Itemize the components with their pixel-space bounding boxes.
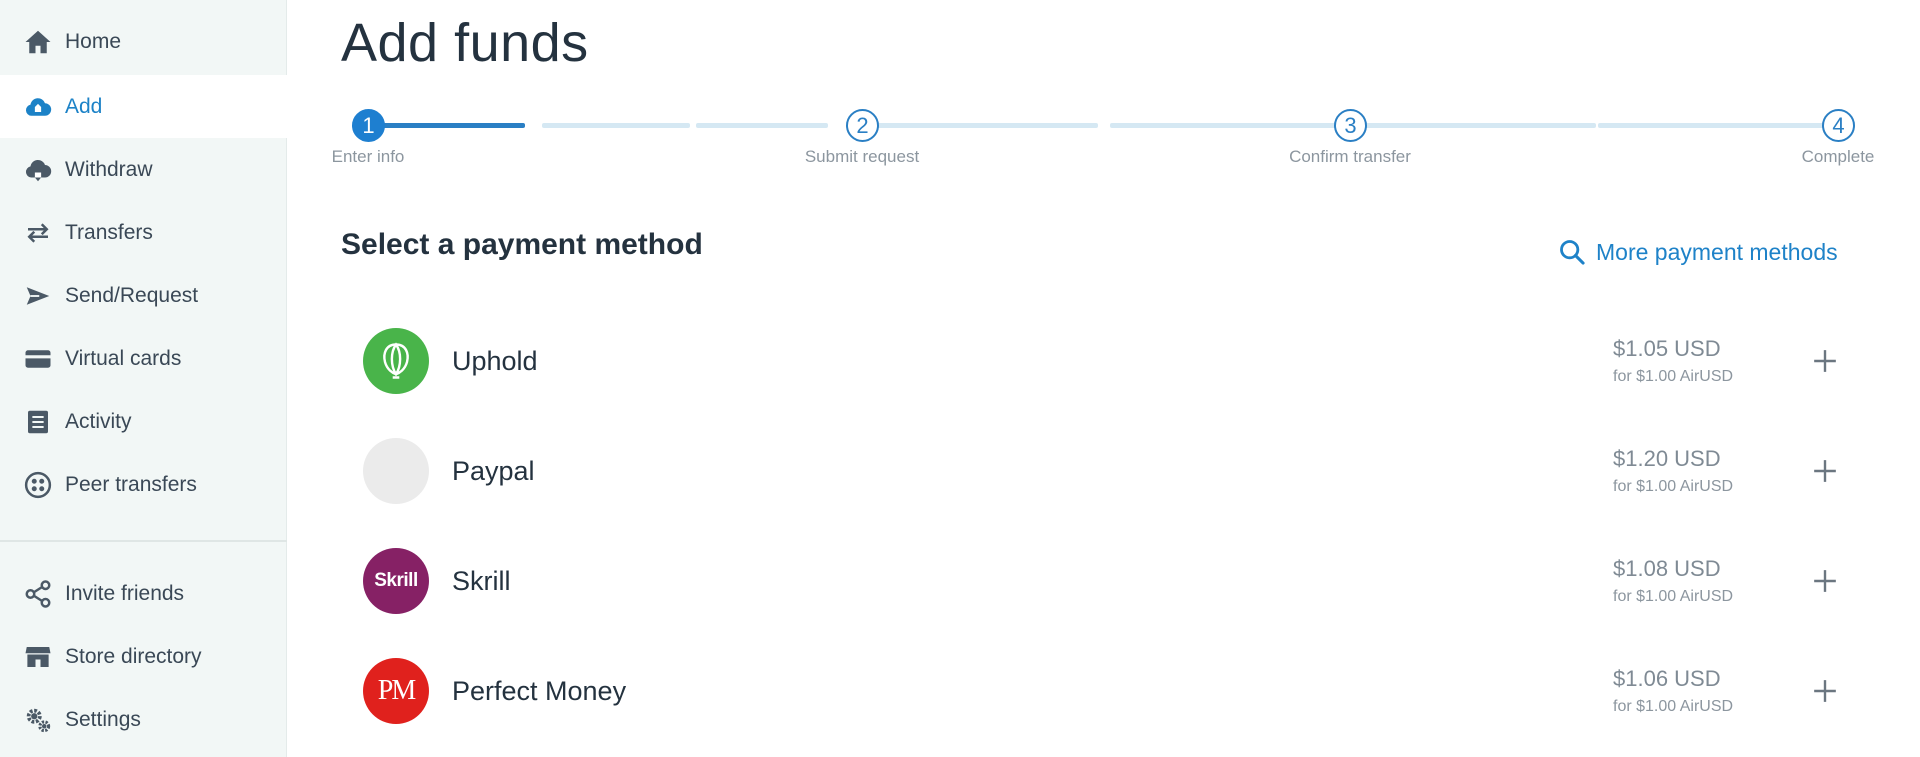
sidebar-item-transfers[interactable]: Transfers <box>0 201 287 264</box>
payment-method-name: Skrill <box>452 566 511 596</box>
add-icon[interactable] <box>1808 454 1842 488</box>
payment-method-name: Paypal <box>452 456 535 486</box>
document-icon <box>22 406 54 438</box>
skrill-logo-text: Skrill <box>374 570 418 591</box>
search-icon <box>1560 240 1585 265</box>
sidebar-item-peer-transfers[interactable]: Peer transfers <box>0 453 287 516</box>
step-3-circle: 3 <box>1334 109 1367 142</box>
sidebar-item-withdraw[interactable]: Withdraw <box>0 138 287 201</box>
sidebar-item-send-request[interactable]: Send/Request <box>0 264 287 327</box>
payment-method-name: Perfect Money <box>452 676 627 706</box>
stepper-segment <box>542 123 690 128</box>
payment-method-rate: for $1.00 AirUSD <box>1613 368 1734 385</box>
add-icon[interactable] <box>1808 564 1842 598</box>
step-4-circle: 4 <box>1822 109 1855 142</box>
main-content: Add funds 1 2 3 4 Enter info Submit requ… <box>288 0 1920 757</box>
sidebar-item-label: Withdraw <box>65 157 153 181</box>
sidebar-item-label: Home <box>65 29 122 53</box>
sidebar-item-label: Add <box>65 94 103 118</box>
sidebar-item-virtual-cards[interactable]: Virtual cards <box>0 327 287 390</box>
payment-method-rate: for $1.00 AirUSD <box>1613 698 1734 715</box>
stepper-segment <box>696 123 828 128</box>
page-title: Add funds <box>341 13 589 73</box>
stepper-segment <box>862 123 1098 128</box>
payment-method-uphold[interactable]: Uphold $1.05 USD for $1.00 AirUSD <box>348 314 1868 410</box>
stepper-segment-filled <box>368 123 525 128</box>
stepper-segment <box>1110 123 1344 128</box>
stepper-segment <box>1358 123 1596 128</box>
store-icon <box>22 641 54 673</box>
sidebar-item-label: Transfers <box>65 220 153 244</box>
app-window: Home Add Withdraw Transfers Send/Request <box>0 0 1920 757</box>
peer-icon <box>22 469 54 501</box>
home-icon <box>22 26 54 58</box>
share-icon <box>22 578 54 610</box>
uphold-logo <box>363 328 429 394</box>
add-icon[interactable] <box>1808 344 1842 378</box>
add-icon[interactable] <box>1808 674 1842 708</box>
sidebar-divider <box>0 540 287 542</box>
sidebar-item-invite-friends[interactable]: Invite friends <box>0 562 287 625</box>
progress-stepper: 1 2 3 4 Enter info Submit request Confir… <box>288 105 1920 175</box>
card-icon <box>22 343 54 375</box>
paypal-logo-placeholder <box>363 438 429 504</box>
more-payment-methods-label: More payment methods <box>1596 238 1838 265</box>
gears-icon <box>22 704 54 736</box>
sidebar-item-label: Settings <box>65 707 141 731</box>
payment-method-price: $1.05 USD <box>1613 336 1721 361</box>
payment-method-name: Uphold <box>452 346 538 376</box>
sidebar-item-label: Virtual cards <box>65 346 182 370</box>
cloud-add-icon <box>22 91 54 123</box>
section-title: Select a payment method <box>341 228 703 261</box>
stepper-segment <box>1598 123 1826 128</box>
sidebar-item-label: Send/Request <box>65 283 199 307</box>
step-2-circle: 2 <box>846 109 879 142</box>
step-1-label: Enter info <box>331 147 405 166</box>
sidebar-item-label: Store directory <box>65 644 202 668</box>
payment-method-rate: for $1.00 AirUSD <box>1613 478 1734 495</box>
more-payment-methods-link[interactable]: More payment methods <box>1558 238 1838 266</box>
payment-method-paypal[interactable]: Paypal $1.20 USD for $1.00 AirUSD <box>348 424 1868 520</box>
payment-method-perfect-money[interactable]: PM Perfect Money $1.06 USD for $1.00 Air… <box>348 644 1868 740</box>
payment-method-price: $1.06 USD <box>1613 666 1721 691</box>
sidebar: Home Add Withdraw Transfers Send/Request <box>0 0 287 757</box>
skrill-logo: Skrill <box>363 548 429 614</box>
sidebar-item-settings[interactable]: Settings <box>0 688 287 751</box>
perfect-money-logo: PM <box>363 658 429 724</box>
sidebar-item-label: Invite friends <box>65 581 185 605</box>
cloud-withdraw-icon <box>22 154 54 186</box>
sidebar-item-activity[interactable]: Activity <box>0 390 287 453</box>
payment-method-rate: for $1.00 AirUSD <box>1613 588 1734 605</box>
send-icon <box>22 280 54 312</box>
sidebar-item-add[interactable]: Add <box>0 75 287 138</box>
step-2-label: Submit request <box>804 147 920 166</box>
step-3-label: Confirm transfer <box>1289 147 1411 166</box>
step-4-label: Complete <box>1801 147 1875 166</box>
step-1-circle: 1 <box>352 109 385 142</box>
sidebar-item-label: Peer transfers <box>65 472 197 496</box>
sidebar-item-label: Activity <box>65 409 132 433</box>
transfer-arrows-icon <box>22 217 54 249</box>
payment-method-skrill[interactable]: Skrill Skrill $1.08 USD for $1.00 AirUSD <box>348 534 1868 630</box>
perfect-money-logo-text: PM <box>377 675 416 706</box>
payment-method-price: $1.20 USD <box>1613 446 1721 471</box>
sidebar-item-store-directory[interactable]: Store directory <box>0 625 287 688</box>
payment-method-price: $1.08 USD <box>1613 556 1721 581</box>
sidebar-item-home[interactable]: Home <box>0 10 287 73</box>
